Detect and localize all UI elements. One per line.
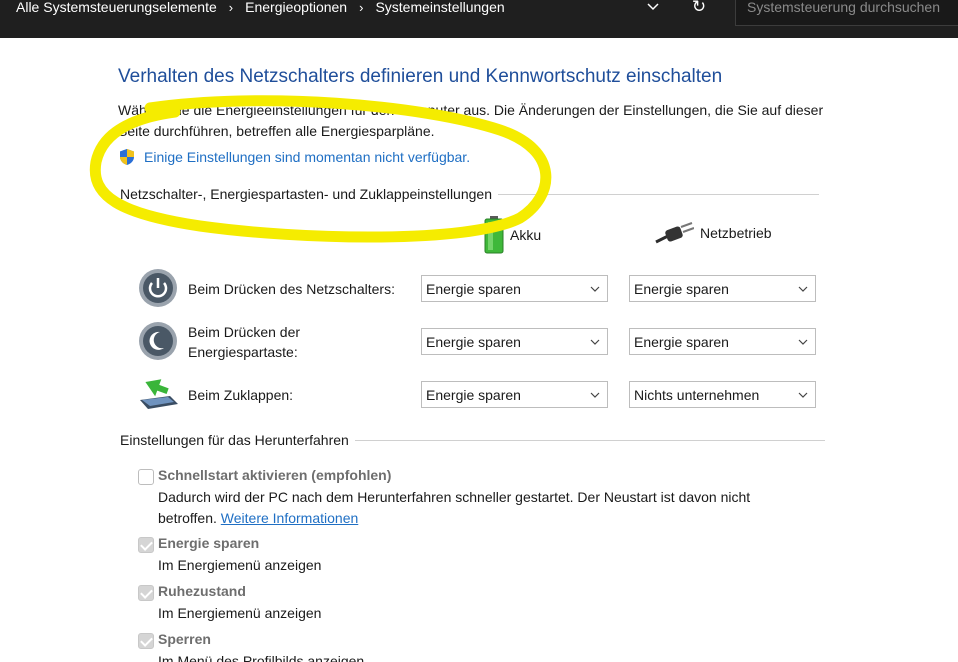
chevron-down-icon[interactable] (640, 0, 666, 20)
hibernate-checkbox[interactable] (138, 585, 154, 601)
select-value: Energie sparen (426, 334, 521, 350)
lid-close-battery-select[interactable]: Energie sparen (421, 381, 608, 408)
shutdown-section-heading-text: Einstellungen für das Herunterfahren (120, 432, 349, 448)
column-battery-label: Akku (510, 227, 542, 243)
refresh-icon[interactable]: ↻ (686, 0, 712, 20)
sleep-button-power-select[interactable]: Energie sparen (629, 328, 816, 355)
breadcrumb-item-all-control-panel[interactable]: Alle Systemsteuerungselemente (0, 0, 223, 15)
select-value: Energie sparen (634, 334, 729, 350)
power-button-icon (138, 268, 178, 313)
select-value: Energie sparen (426, 387, 521, 403)
fast-startup-description: Dadurch wird der PC nach dem Herunterfah… (158, 487, 798, 529)
select-value: Energie sparen (634, 281, 729, 297)
more-info-link[interactable]: Weitere Informationen (221, 510, 358, 526)
sleep-button-label: Beim Drücken der Energiespartaste: (188, 324, 301, 360)
page-title: Verhalten des Netzschalters definieren u… (118, 66, 723, 87)
power-button-label: Beim Drücken des Netzschalters: (188, 281, 395, 297)
fast-startup-label: Schnellstart aktivieren (empfohlen) (158, 467, 392, 483)
uac-shield-icon (120, 149, 134, 165)
power-button-power-select[interactable]: Energie sparen (629, 275, 816, 302)
lid-close-power-select[interactable]: Nichts unternehmen (629, 381, 816, 408)
buttons-section-heading: Netzschalter-, Energiespartasten- und Zu… (120, 186, 836, 202)
sleep-option-description: Im Energiemenü anzeigen (158, 557, 322, 573)
column-power-label: Netzbetrieb (700, 225, 772, 241)
select-value: Energie sparen (426, 281, 521, 297)
lock-option-description: Im Menü des Profilbilds anzeigen (158, 653, 365, 662)
unavailable-settings-label: Einige Einstellungen sind momentan nicht… (144, 149, 471, 165)
intro-text: Wählen Sie die Energieeinstellungen für … (118, 102, 824, 139)
divider (354, 439, 825, 441)
fast-startup-checkbox[interactable] (138, 469, 154, 485)
chevron-right-icon: › (359, 0, 364, 15)
lid-close-icon (138, 376, 180, 417)
power-plug-icon (655, 222, 694, 244)
lock-checkbox[interactable] (138, 633, 154, 649)
sleep-button-icon (138, 321, 178, 366)
address-bar: Alle Systemsteuerungselemente › Energieo… (0, 0, 958, 38)
chevron-down-icon (798, 339, 808, 345)
lid-close-label: Beim Zuklappen: (188, 387, 294, 403)
column-power: Netzbetrieb (654, 220, 772, 246)
unavailable-settings-link[interactable]: Einige Einstellungen sind momentan nicht… (118, 148, 470, 166)
chevron-down-icon (590, 392, 600, 398)
chevron-down-icon (590, 286, 600, 292)
hibernate-option-label: Ruhezustand (158, 583, 246, 599)
chevron-right-icon: › (228, 0, 234, 15)
sleep-option-label: Energie sparen (158, 535, 260, 551)
breadcrumb: Alle Systemsteuerungselemente › Energieo… (0, 0, 511, 20)
power-button-battery-select[interactable]: Energie sparen (421, 275, 608, 302)
lock-option-label: Sperren (158, 631, 211, 647)
hibernate-option-description: Im Energiemenü anzeigen (158, 605, 322, 621)
shutdown-section-heading: Einstellungen für das Herunterfahren (120, 432, 836, 448)
battery-icon (484, 216, 504, 254)
breadcrumb-item-system-settings[interactable]: Systemeinstellungen (369, 0, 510, 15)
chevron-down-icon (798, 392, 808, 398)
sleep-checkbox[interactable] (138, 537, 154, 553)
sleep-button-battery-select[interactable]: Energie sparen (421, 328, 608, 355)
column-battery: Akku (484, 216, 541, 254)
breadcrumb-item-power-options[interactable]: Energieoptionen (239, 0, 353, 15)
chevron-down-icon (798, 286, 808, 292)
buttons-section-heading-text: Netzschalter-, Energiespartasten- und Zu… (120, 186, 492, 202)
search-input[interactable]: Systemsteuerung durchsuchen (735, 0, 958, 26)
divider (498, 193, 819, 195)
chevron-down-icon (590, 339, 600, 345)
select-value: Nichts unternehmen (634, 387, 760, 403)
